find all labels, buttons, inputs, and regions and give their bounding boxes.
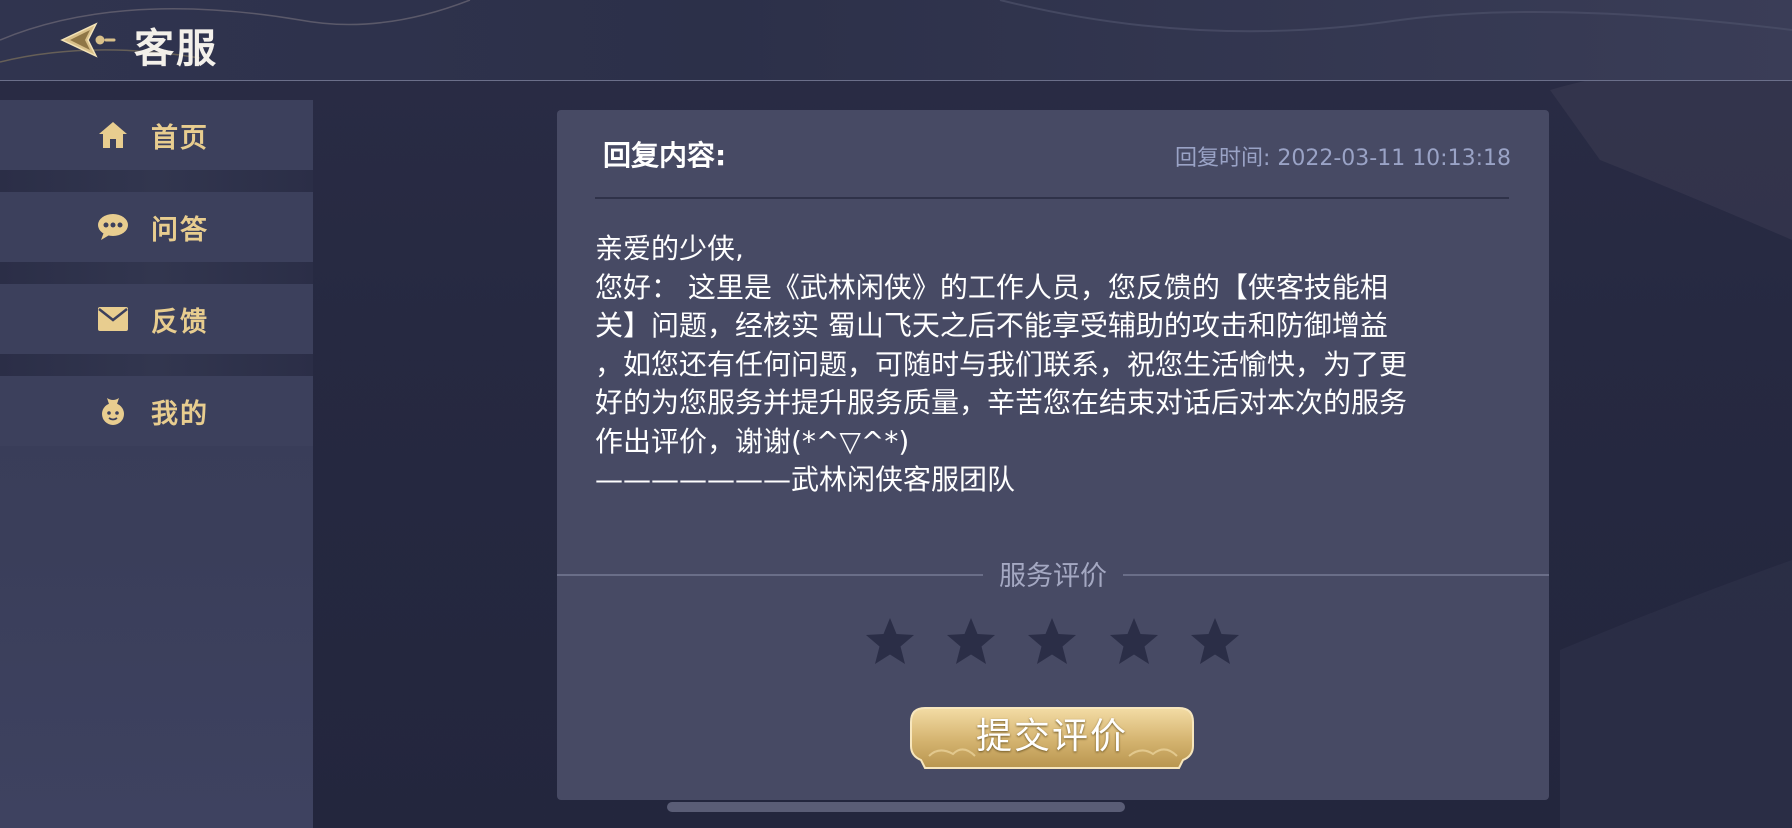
- reply-panel: 回复内容: 回复时间: 2022-03-11 10:13:18 亲爱的少侠, 您…: [557, 110, 1549, 800]
- sidebar-item-home[interactable]: 首页: [0, 100, 313, 170]
- sidebar-divider: [0, 354, 313, 376]
- page-title: 客服: [134, 26, 218, 72]
- reply-line: 关】问题，经核实 蜀山飞天之后不能享受辅助的攻击和防御增益: [595, 309, 1388, 342]
- header-decoration: [0, 0, 1792, 63]
- sidebar-divider: [0, 262, 313, 284]
- rating-label: 服务评价: [999, 561, 1107, 592]
- sidebar-divider: [0, 170, 313, 192]
- top-bar: 客服: [0, 0, 1792, 81]
- reply-line: 您好： 这里是《武林闲侠》的工作人员，您反馈的【侠客技能相: [595, 270, 1388, 304]
- back-arrow-icon: [60, 22, 116, 58]
- reply-time: 回复时间: 2022-03-11 10:13:18: [1174, 146, 1511, 171]
- sidebar-item-label: 反馈: [151, 306, 209, 338]
- sidebar-item-label: 问答: [151, 214, 209, 246]
- sidebar: 首页 问答 反馈 我的: [0, 100, 313, 828]
- submit-rating-button[interactable]: 提交评价: [909, 706, 1195, 770]
- reply-signature: ———————武林闲侠客服团队: [595, 463, 1016, 496]
- reply-message: 亲爱的少侠, 您好： 这里是《武林闲侠》的工作人员，您反馈的【侠客技能相 关】问…: [595, 230, 1515, 500]
- scrollbar[interactable]: [667, 802, 1125, 812]
- reply-heading: 回复内容:: [603, 139, 727, 172]
- back-button[interactable]: [56, 18, 116, 62]
- star-4-icon[interactable]: [1106, 614, 1162, 670]
- sidebar-item-feedback[interactable]: 反馈: [0, 284, 313, 354]
- reply-line: 作出评价，谢谢(*^▽^*): [595, 424, 910, 458]
- envelope-icon: [96, 302, 130, 336]
- star-5-icon[interactable]: [1187, 614, 1243, 670]
- submit-rating-label: 提交评价: [975, 716, 1128, 757]
- star-3-icon[interactable]: [1024, 614, 1080, 670]
- sidebar-item-label: 我的: [151, 398, 209, 430]
- reply-line: 好的为您服务并提升服务质量，辛苦您在结束对话后对本次的服务: [595, 386, 1408, 419]
- star-1-icon[interactable]: [862, 614, 918, 670]
- sidebar-item-qa[interactable]: 问答: [0, 192, 313, 262]
- sidebar-item-mine[interactable]: 我的: [0, 376, 313, 446]
- chat-bubble-icon: [96, 210, 130, 244]
- reply-line: ，如您还有任何问题，可随时与我们联系，祝您生活愉快，为了更: [595, 347, 1408, 381]
- reply-line: 亲爱的少侠,: [595, 232, 744, 265]
- star-2-icon[interactable]: [943, 614, 999, 670]
- divider: [595, 197, 1509, 199]
- sidebar-item-label: 首页: [151, 122, 209, 154]
- home-icon: [96, 118, 130, 152]
- star-rating: [862, 614, 1242, 674]
- user-icon: [96, 394, 130, 428]
